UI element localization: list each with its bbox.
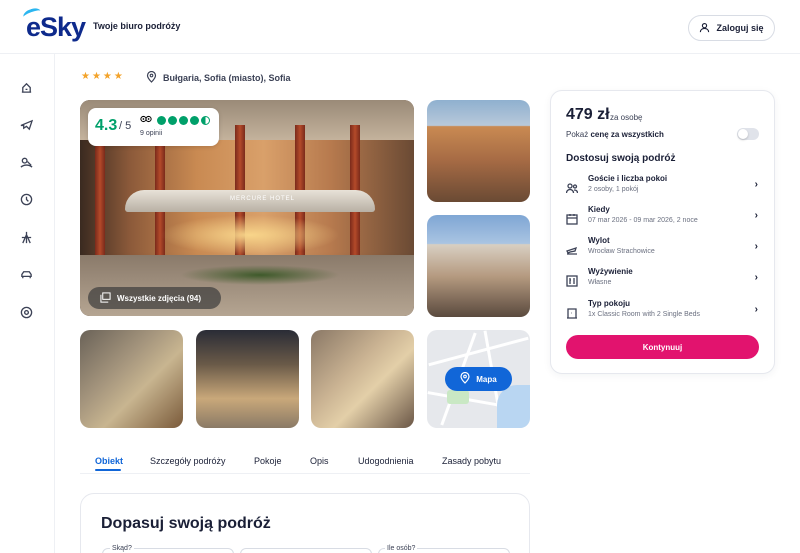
rating-dot bbox=[179, 116, 188, 125]
all-photos-button[interactable]: Wszystkie zdjęcia (94) bbox=[88, 287, 221, 309]
rating-scale: / 5 bbox=[119, 120, 132, 132]
rating-dot bbox=[190, 116, 199, 125]
map-road bbox=[428, 336, 529, 367]
help-icon[interactable] bbox=[19, 305, 33, 319]
map-label: Mapa bbox=[476, 374, 497, 384]
option-value: Własne bbox=[588, 279, 612, 286]
tripadvisor-icon bbox=[140, 115, 152, 125]
departure-icon bbox=[566, 243, 578, 255]
map-button[interactable]: Mapa bbox=[445, 367, 512, 391]
tab-obiekt[interactable]: Obiekt bbox=[95, 456, 123, 466]
hotel-photo-building[interactable] bbox=[427, 215, 530, 317]
last-minute-icon[interactable] bbox=[19, 192, 33, 206]
sidebar bbox=[0, 54, 55, 553]
hotel-flight-icon[interactable] bbox=[19, 80, 33, 94]
total-price-toggle[interactable] bbox=[737, 128, 759, 140]
login-button[interactable]: Zaloguj się bbox=[688, 15, 775, 41]
price-suffix: za osobę bbox=[610, 113, 643, 122]
section-tabs: Obiekt Szczegóły podróży Pokoje Opis Udo… bbox=[80, 452, 530, 474]
option-title: Kiedy bbox=[588, 205, 610, 214]
hotel-photo-entrance[interactable] bbox=[196, 330, 299, 428]
photo-canopy-label: MERCURE HOTEL bbox=[230, 196, 296, 202]
hotel-photo-lobby[interactable] bbox=[311, 330, 414, 428]
car-icon[interactable] bbox=[19, 267, 33, 281]
chevron-right-icon: › bbox=[754, 272, 758, 283]
guests-field-label: Ile osób? bbox=[385, 545, 418, 552]
option-title: Typ pokoju bbox=[588, 299, 631, 308]
all-photos-label: Wszystkie zdjęcia (94) bbox=[117, 293, 202, 303]
photo-lobby-glow bbox=[160, 215, 340, 255]
tab-opis[interactable]: Opis bbox=[310, 456, 329, 466]
hotel-location: Bułgaria, Sofia (miasto), Sofia bbox=[146, 70, 291, 85]
option-value: 1x Classic Room with 2 Single Beds bbox=[588, 311, 701, 318]
chevron-right-icon: › bbox=[754, 179, 758, 190]
active-tab-indicator bbox=[95, 469, 121, 471]
hotel-stars: ★★★★ bbox=[81, 71, 125, 82]
tab-zasady-pobytu[interactable]: Zasady pobytu bbox=[442, 456, 501, 466]
customize-title: Dostosuj swoją podróż bbox=[566, 153, 676, 164]
option-value: 2 osoby, 1 pokój bbox=[588, 186, 639, 193]
chevron-right-icon: › bbox=[754, 241, 758, 252]
option-guests[interactable]: Goście i liczba pokoi 2 osoby, 1 pokój › bbox=[560, 173, 766, 203]
hotel-photo-exterior[interactable] bbox=[427, 100, 530, 202]
date-field[interactable] bbox=[240, 548, 372, 553]
room-icon bbox=[566, 306, 578, 319]
hotel-photo-lounge[interactable] bbox=[80, 330, 183, 428]
user-icon bbox=[699, 22, 710, 35]
login-label: Zaloguj się bbox=[716, 23, 764, 33]
flight-icon[interactable] bbox=[19, 117, 33, 131]
toggle-knob bbox=[738, 129, 748, 139]
rating-dot bbox=[157, 116, 166, 125]
map-park bbox=[447, 390, 469, 404]
option-title: Wyżywienie bbox=[588, 267, 633, 276]
option-value: 07 mar 2026 - 09 mar 2026, 2 noce bbox=[588, 217, 698, 224]
top-header: eSky Twoje biuro podróży Zaloguj się bbox=[0, 0, 800, 54]
map-pin-icon bbox=[460, 371, 470, 386]
tour-icon[interactable] bbox=[19, 230, 33, 244]
rating-count: 9 opinii bbox=[140, 130, 163, 137]
rating-score: 4.3 bbox=[95, 117, 118, 134]
vacation-icon[interactable] bbox=[19, 155, 33, 169]
continue-button[interactable]: Kontynuuj bbox=[566, 335, 759, 359]
tagline: Twoje biuro podróży bbox=[93, 21, 181, 31]
tab-udogodnienia[interactable]: Udogodnienia bbox=[358, 456, 414, 466]
photo-column bbox=[95, 125, 105, 265]
location-pin-icon bbox=[146, 70, 157, 85]
photo-plants bbox=[180, 265, 340, 285]
option-room-type[interactable]: Typ pokoju 1x Classic Room with 2 Single… bbox=[560, 298, 766, 328]
option-dates[interactable]: Kiedy 07 mar 2026 - 09 mar 2026, 2 noce … bbox=[560, 204, 766, 234]
show-total-prefix: Pokaż bbox=[566, 130, 591, 139]
calendar-icon bbox=[566, 212, 578, 225]
rating-dot bbox=[168, 116, 177, 125]
location-text: Bułgaria, Sofia (miasto), Sofia bbox=[163, 73, 291, 83]
rating-card[interactable]: 4.3 / 5 9 opinii bbox=[88, 108, 219, 146]
tab-pokoje[interactable]: Pokoje bbox=[254, 456, 282, 466]
price: 479 zł bbox=[566, 106, 610, 123]
esky-logo[interactable]: eSky bbox=[21, 6, 86, 42]
meal-icon bbox=[566, 274, 578, 287]
option-departure[interactable]: Wylot Wrocław Strachowice › bbox=[560, 235, 766, 265]
guests-icon bbox=[565, 181, 579, 194]
option-meal[interactable]: Wyżywienie Własne › bbox=[560, 266, 766, 296]
rating-dot-half bbox=[201, 116, 210, 125]
gallery-icon bbox=[100, 291, 111, 305]
from-field-label: Skąd? bbox=[110, 545, 134, 552]
chevron-right-icon: › bbox=[754, 304, 758, 315]
option-value: Wrocław Strachowice bbox=[588, 248, 655, 255]
option-title: Wylot bbox=[588, 236, 610, 245]
map-water bbox=[497, 385, 530, 428]
show-total-label: Pokaż cenę za wszystkich bbox=[566, 130, 664, 139]
tab-szczegoly-podrozy[interactable]: Szczegóły podróży bbox=[150, 456, 226, 466]
chevron-right-icon: › bbox=[754, 210, 758, 221]
adjust-trip-title: Dopasuj swoją podróż bbox=[101, 515, 271, 532]
show-total-bold: cenę za wszystkich bbox=[590, 130, 664, 139]
option-title: Goście i liczba pokoi bbox=[588, 174, 668, 183]
rating-dots bbox=[157, 116, 210, 125]
